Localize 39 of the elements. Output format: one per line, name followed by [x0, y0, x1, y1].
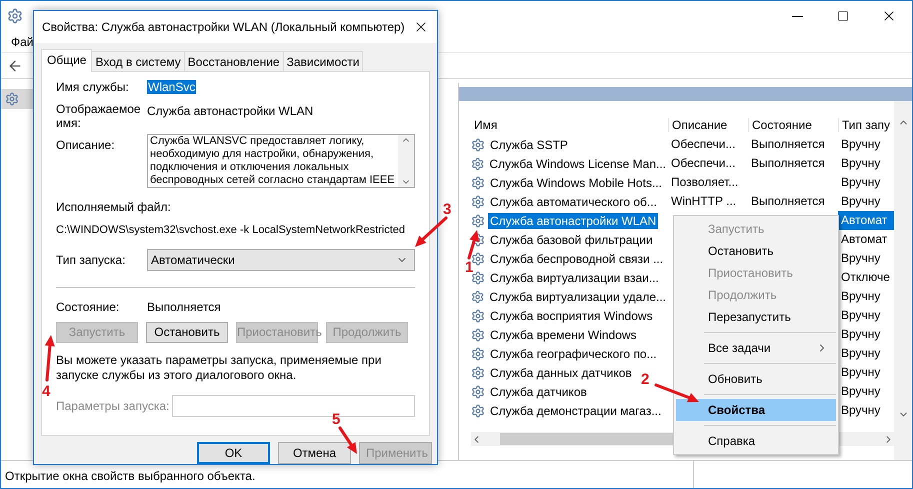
annotation-number: 4: [42, 383, 50, 400]
table-cell-text: Вручну: [840, 136, 882, 153]
table-cell-text: Отключе: [840, 269, 891, 286]
table-cell-text: Выполняется: [750, 136, 826, 153]
table-cell-text: Вручну: [840, 383, 882, 400]
table-cell-text: Обеспечи...: [670, 155, 736, 172]
table-cell-text: Вручну: [840, 364, 882, 381]
table-cell-text: Вручну: [840, 307, 882, 324]
table-cell-text: Вручну: [840, 288, 882, 305]
table-cell-text: Вручну: [840, 193, 882, 210]
table-cell-text: Обеспечи...: [670, 136, 736, 153]
field-label: Тип запуска:: [56, 252, 126, 267]
annotation-number: 1: [465, 259, 474, 276]
table-cell-text: Вручну: [840, 174, 882, 191]
table-cell-text: Выполняется: [750, 193, 826, 210]
hint-text: Вы можете указать параметры запуска, применяемые при запуске службы из этого диалогового окна.: [56, 352, 382, 383]
field-label: Описание:: [56, 138, 116, 152]
table-cell-text: Автомат: [840, 231, 888, 248]
table-cell: Автомат: [838, 211, 894, 230]
field-value: WlanSvc: [147, 80, 196, 94]
table-cell-text: WinHTTP ...: [670, 193, 738, 210]
executable-path: C:\WINDOWS\system32\svchost.exe -k LocalSystemNetworkRestricted: [56, 222, 406, 237]
table-cell-text: Вручну: [840, 326, 882, 343]
table-cell-text: Вручну: [840, 250, 882, 267]
field-value: Служба автонастройки WLAN: [147, 104, 314, 118]
field-label: Имя службы:: [56, 80, 130, 94]
table-cell-text: Вручну: [840, 345, 882, 362]
annotation-number: 2: [641, 371, 650, 388]
table-cell-text: Выполняется: [750, 155, 826, 172]
dialog-title: Свойства: Служба автонастройки WLAN (Локальный компьютер): [42, 20, 405, 34]
field-label: Параметры запуска:: [56, 398, 170, 413]
annotation-number: 3: [443, 201, 452, 218]
table-cell-text: Позволяет...: [670, 174, 740, 191]
status-value: Выполняется: [147, 300, 222, 314]
annotation-number: 5: [332, 411, 340, 428]
table-cell-text: Вручну: [840, 402, 882, 419]
field-label: Состояние:: [56, 300, 120, 314]
field-label: Исполняемый файл:: [56, 200, 172, 214]
table-cell-text: Вручну: [840, 155, 882, 172]
